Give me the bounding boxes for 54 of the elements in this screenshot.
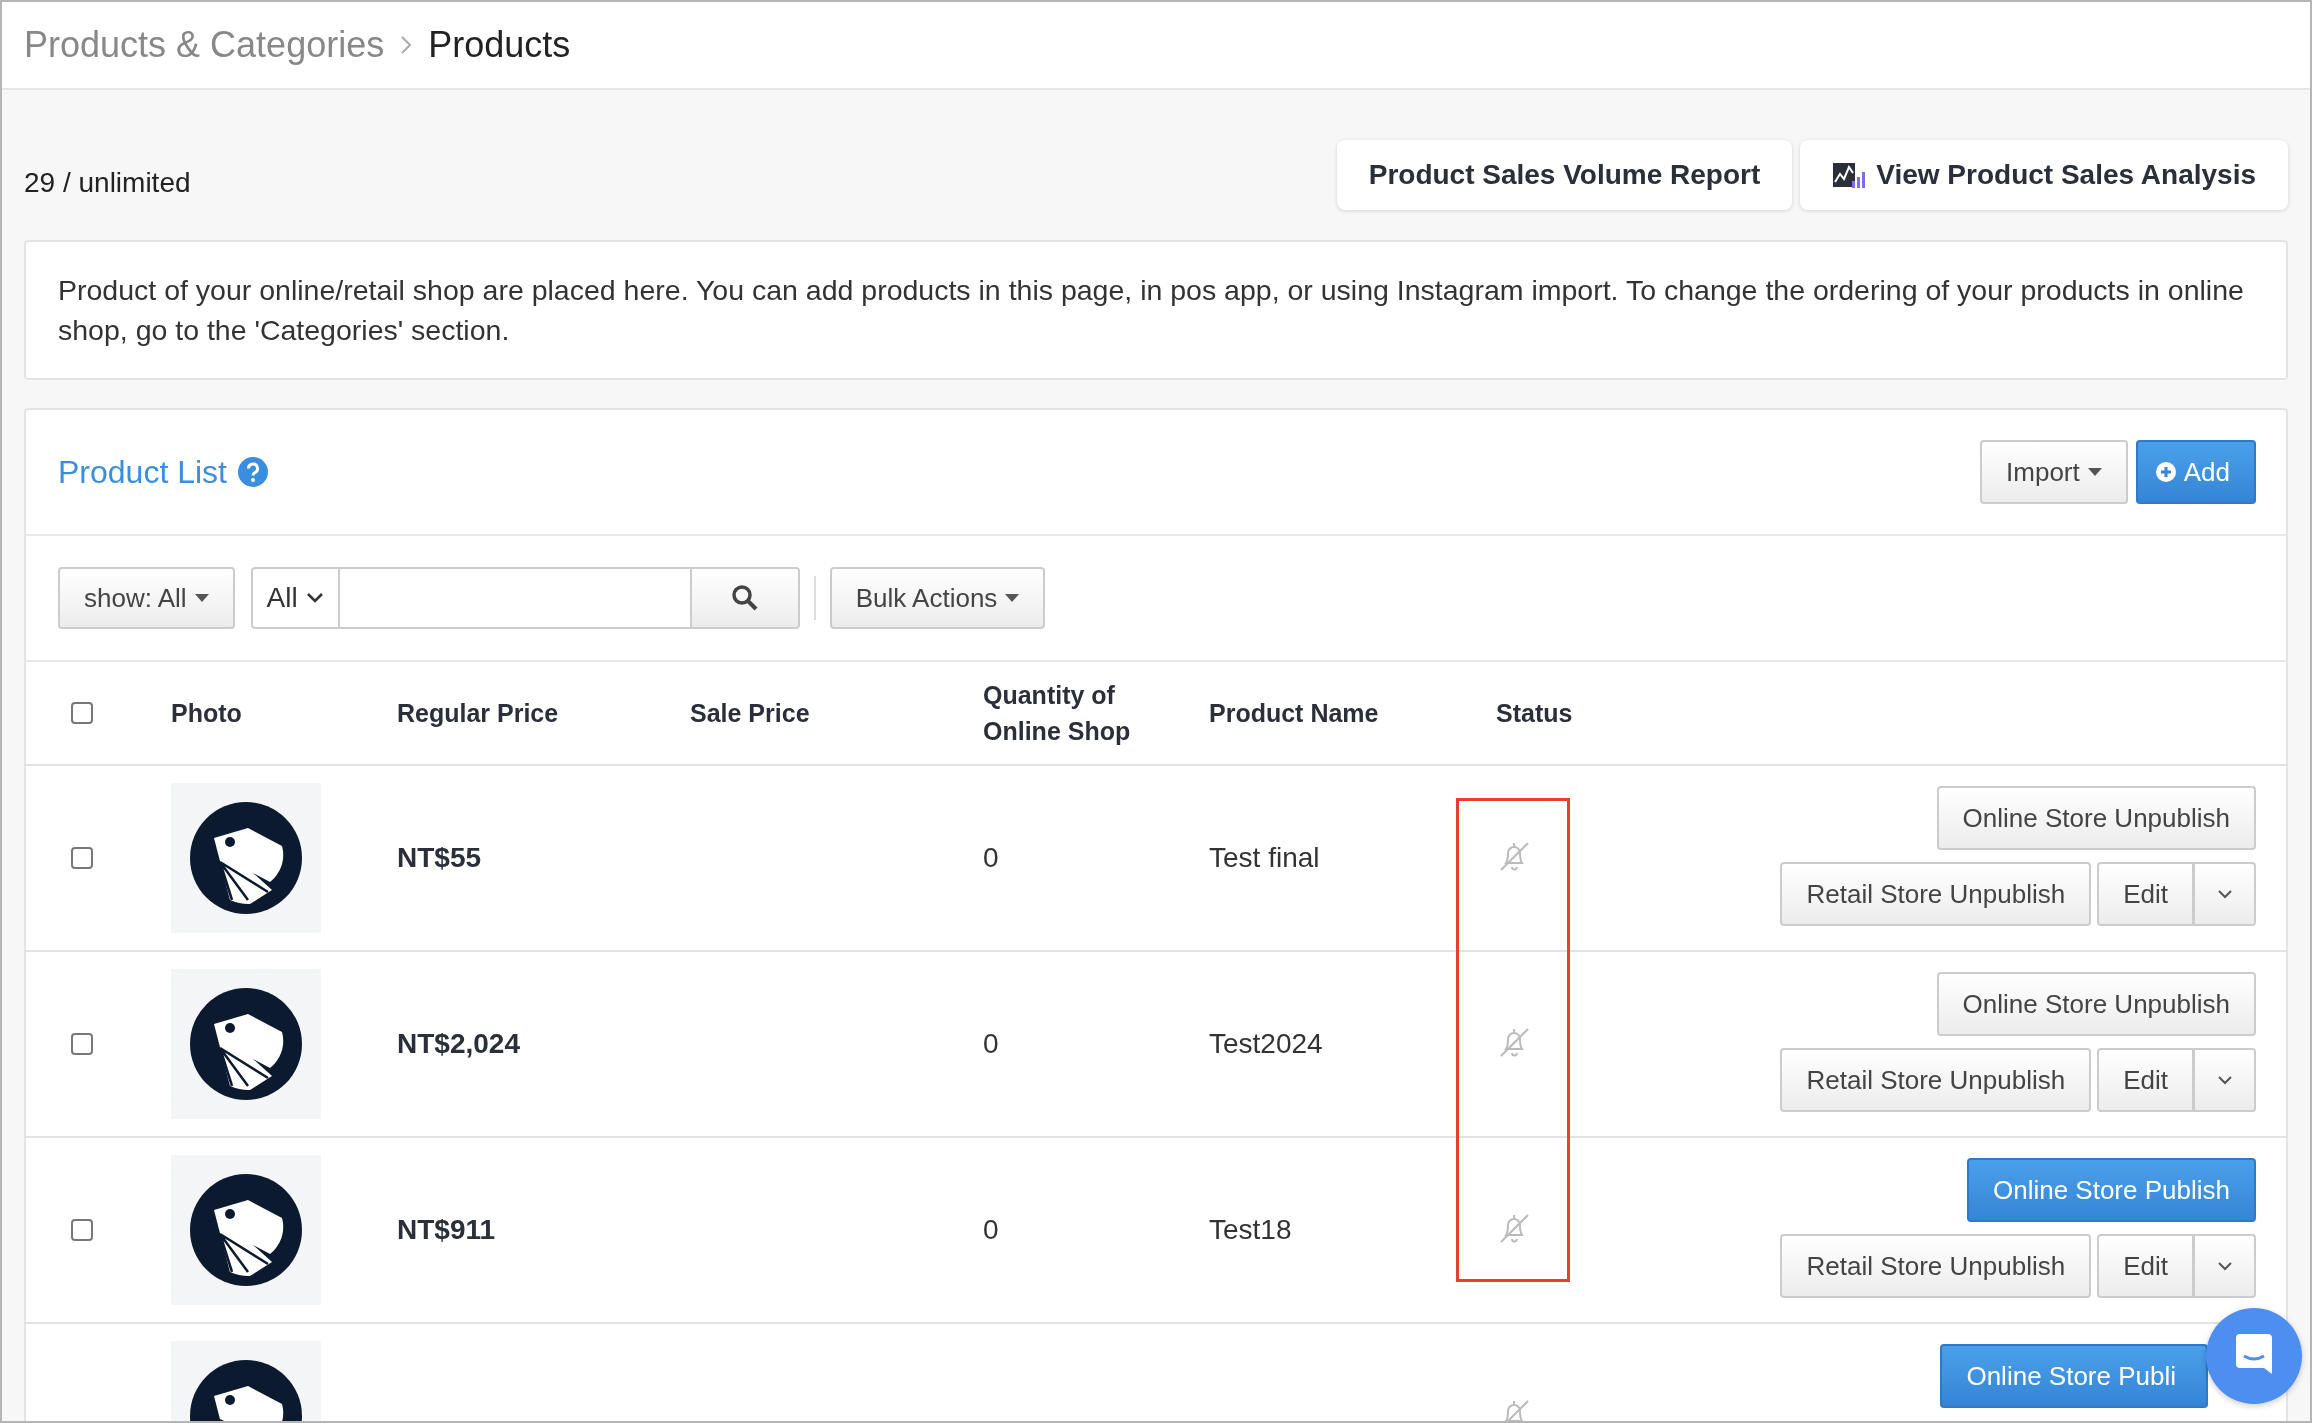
column-header: Status	[1496, 698, 1574, 729]
chevron-down-icon	[305, 592, 324, 604]
product-name: Test final	[1209, 842, 1321, 874]
column-header: Product Name	[1209, 698, 1380, 729]
search-button[interactable]	[691, 567, 800, 629]
retail-store-button[interactable]: Retail Store Unpublish	[1780, 1048, 2092, 1112]
search-field[interactable]	[337, 567, 692, 629]
price-text: NT$55	[397, 842, 483, 874]
breadcrumb-current: Products	[428, 24, 571, 66]
select-all-checkbox[interactable]	[71, 702, 93, 724]
column-header: Regular Price	[397, 698, 560, 729]
retail-store-button[interactable]: Retail Store Unpublish	[1780, 862, 2092, 926]
section-title: Product List	[58, 453, 227, 491]
row-checkbox[interactable]	[71, 1033, 93, 1055]
column-header: Sale Price	[690, 698, 811, 729]
report-button[interactable]: View Product Sales Analysis	[1800, 140, 2288, 210]
online-store-button[interactable]: Online Store Unpublish	[1936, 972, 2256, 1036]
product-name: Test2024	[1209, 1028, 1324, 1060]
caret-down-icon	[1005, 594, 1020, 602]
online-store-button[interactable]: Online Store Unpublish	[1936, 786, 2256, 850]
quantity-text: 0	[983, 1028, 1000, 1060]
chevron-down-icon	[2216, 1261, 2233, 1271]
quantity-text: 0	[983, 1214, 1000, 1246]
price-text: NT$911	[397, 1214, 497, 1246]
row-checkbox[interactable]	[71, 847, 93, 869]
caret-down-icon	[194, 594, 209, 602]
import-button[interactable]: Import	[1980, 440, 2128, 504]
search-scope-select[interactable]: All	[250, 567, 338, 629]
quantity-text: 0	[983, 842, 1000, 874]
product-count: 29 / unlimited	[24, 167, 191, 199]
chevron-down-icon	[2216, 889, 2233, 899]
row-checkbox[interactable]	[71, 1219, 93, 1241]
chevron-down-icon	[2216, 1075, 2233, 1085]
bulk-actions-button[interactable]: Bulk Actions	[829, 567, 1046, 629]
plus-circle-icon	[2155, 462, 2176, 482]
tag-logo-icon	[190, 802, 302, 914]
search-icon	[730, 584, 759, 612]
help-icon	[236, 456, 269, 488]
tag-logo-icon	[190, 988, 302, 1100]
report-button[interactable]: Product Sales Volume Report	[1336, 140, 1793, 210]
info-message: Product of your online/retail shop are placed here. You can add products in this page, in pos app, or using Instagram import. To change the ordering of your products in online shop, go to the 'Categories' section.	[24, 240, 2288, 380]
column-header: Photo	[171, 698, 243, 729]
retail-store-button[interactable]: Retail Store Unpublish	[1780, 1234, 2092, 1298]
caret-down-icon	[2087, 468, 2102, 476]
edit-button[interactable]: Edit	[2097, 862, 2194, 926]
column-header: Quantity of Online Shop	[983, 680, 1132, 747]
edit-button[interactable]: Edit	[2097, 1234, 2194, 1298]
show-filter-button[interactable]: show: All	[58, 567, 235, 629]
chevron-right-icon	[400, 35, 413, 55]
breadcrumb-link[interactable]: Products & Categories	[24, 24, 385, 66]
price-text: NT$2,024	[397, 1028, 521, 1060]
tag-logo-icon	[190, 1174, 302, 1286]
edit-button[interactable]: Edit	[2097, 1048, 2194, 1112]
product-name: Test18	[1209, 1214, 1293, 1246]
